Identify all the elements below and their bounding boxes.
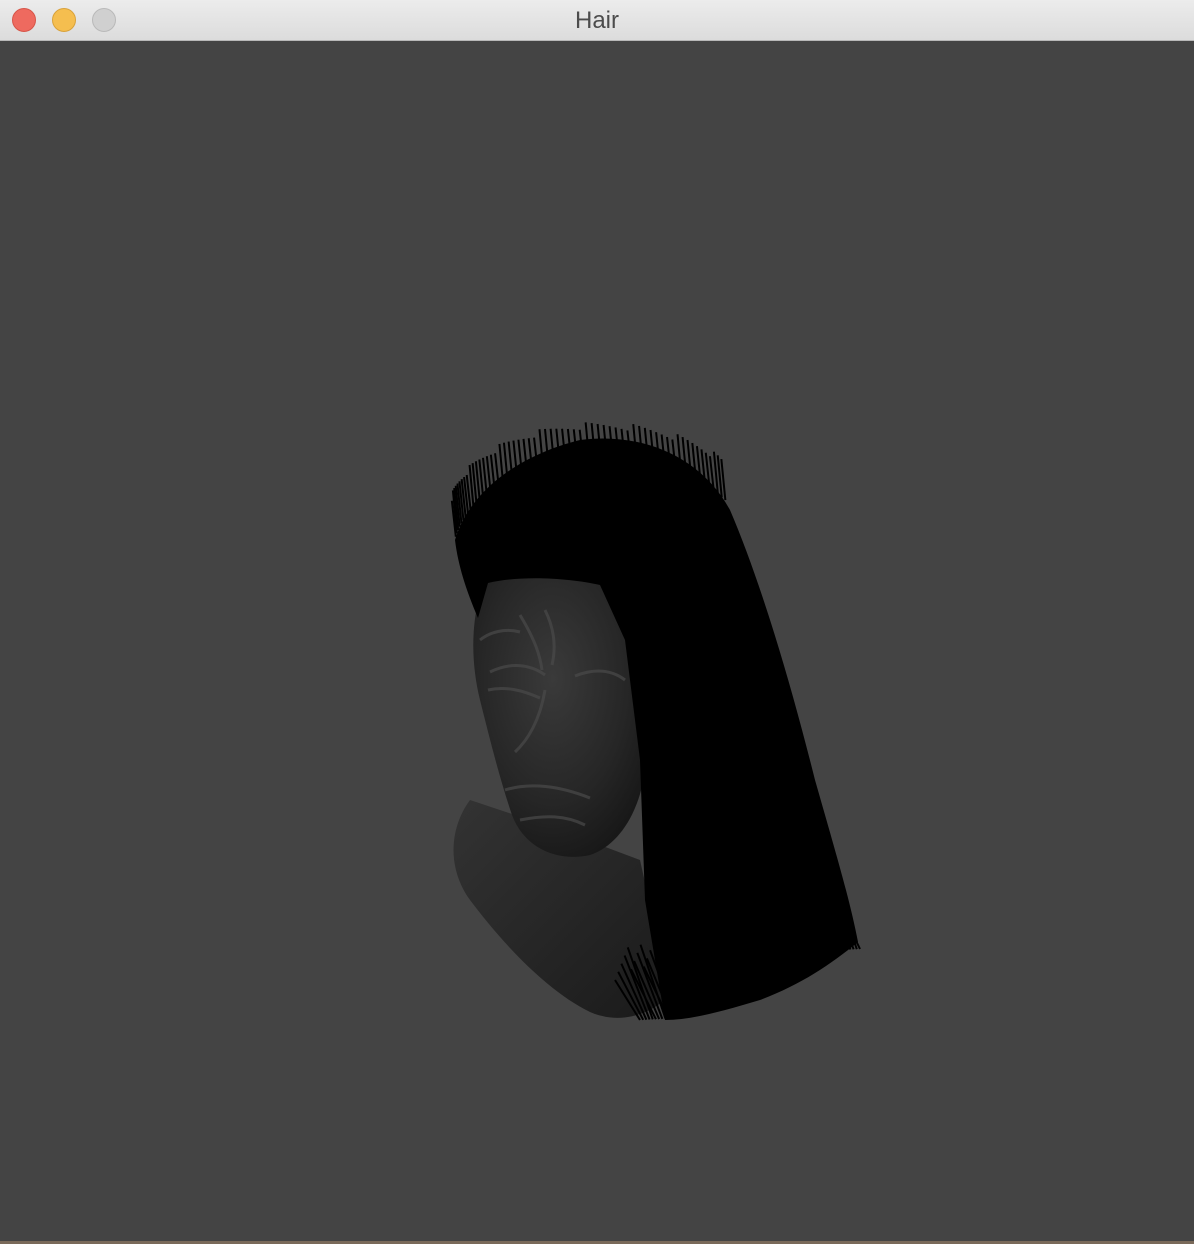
hair-render-canvas — [450, 422, 861, 1021]
title-bar[interactable]: Hair — [0, 0, 1194, 41]
render-viewport[interactable] — [0, 41, 1194, 1241]
window-title: Hair — [574, 7, 619, 34]
app-window: Hair — [0, 0, 1194, 1244]
